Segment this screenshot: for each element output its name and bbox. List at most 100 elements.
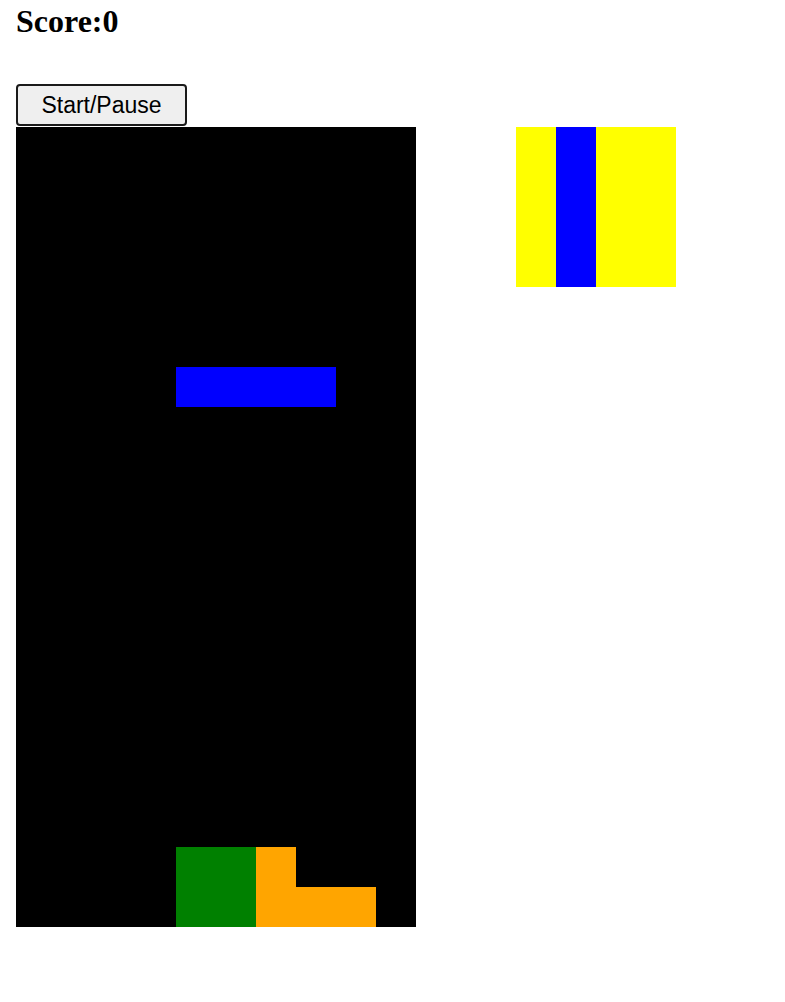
empty-cell xyxy=(376,407,416,447)
empty-cell xyxy=(376,167,416,207)
block-cell xyxy=(296,887,336,927)
empty-cell xyxy=(96,727,136,767)
tetris-page: Score:0 Start/Pause xyxy=(0,0,785,1002)
block-cell xyxy=(336,887,376,927)
empty-cell xyxy=(136,607,176,647)
empty-cell xyxy=(176,687,216,727)
empty-cell xyxy=(136,887,176,927)
empty-cell xyxy=(376,687,416,727)
empty-cell xyxy=(256,647,296,687)
empty-cell xyxy=(176,127,216,167)
start-pause-button[interactable]: Start/Pause xyxy=(16,84,187,126)
empty-cell xyxy=(376,647,416,687)
empty-cell xyxy=(96,607,136,647)
empty-cell xyxy=(216,687,256,727)
empty-cell xyxy=(136,367,176,407)
empty-cell xyxy=(216,327,256,367)
empty-cell xyxy=(176,247,216,287)
empty-cell xyxy=(376,527,416,567)
empty-cell xyxy=(256,167,296,207)
empty-cell xyxy=(176,527,216,567)
empty-cell xyxy=(136,327,176,367)
empty-cell xyxy=(176,447,216,487)
empty-cell xyxy=(96,567,136,607)
empty-cell xyxy=(16,727,56,767)
empty-cell xyxy=(136,567,176,607)
empty-cell xyxy=(96,167,136,207)
empty-cell xyxy=(136,167,176,207)
empty-cell xyxy=(216,647,256,687)
empty-cell xyxy=(256,807,296,847)
empty-cell xyxy=(336,807,376,847)
empty-cell xyxy=(136,287,176,327)
empty-cell xyxy=(16,207,56,247)
empty-cell xyxy=(96,127,136,167)
empty-cell xyxy=(96,887,136,927)
empty-cell xyxy=(16,527,56,567)
block-cell xyxy=(216,847,256,887)
preview-cell xyxy=(636,207,676,247)
empty-cell xyxy=(296,487,336,527)
empty-cell xyxy=(256,727,296,767)
empty-cell xyxy=(16,607,56,647)
preview-cell xyxy=(596,167,636,207)
empty-cell xyxy=(376,207,416,247)
empty-cell xyxy=(376,887,416,927)
empty-cell xyxy=(176,607,216,647)
empty-cell xyxy=(216,247,256,287)
empty-cell xyxy=(56,527,96,567)
empty-cell xyxy=(256,487,296,527)
empty-cell xyxy=(256,567,296,607)
block-cell xyxy=(176,887,216,927)
empty-cell xyxy=(256,287,296,327)
empty-cell xyxy=(176,327,216,367)
empty-cell xyxy=(256,407,296,447)
empty-cell xyxy=(16,887,56,927)
empty-cell xyxy=(56,767,96,807)
empty-cell xyxy=(336,367,376,407)
empty-cell xyxy=(296,327,336,367)
empty-cell xyxy=(296,727,336,767)
empty-cell xyxy=(296,607,336,647)
empty-cell xyxy=(336,127,376,167)
empty-cell xyxy=(16,767,56,807)
empty-cell xyxy=(336,727,376,767)
empty-cell xyxy=(136,807,176,847)
empty-cell xyxy=(216,487,256,527)
empty-cell xyxy=(96,527,136,567)
empty-cell xyxy=(56,447,96,487)
preview-cell xyxy=(596,127,636,167)
empty-cell xyxy=(256,687,296,727)
empty-cell xyxy=(56,407,96,447)
empty-cell xyxy=(256,127,296,167)
empty-cell xyxy=(56,727,96,767)
empty-cell xyxy=(336,487,376,527)
empty-cell xyxy=(216,127,256,167)
empty-cell xyxy=(56,127,96,167)
empty-cell xyxy=(136,487,176,527)
empty-cell xyxy=(336,327,376,367)
game-area xyxy=(16,127,785,927)
empty-cell xyxy=(296,527,336,567)
block-cell xyxy=(256,847,296,887)
empty-cell xyxy=(96,687,136,727)
empty-cell xyxy=(96,447,136,487)
empty-cell xyxy=(176,407,216,447)
empty-cell xyxy=(376,487,416,527)
preview-cell xyxy=(636,127,676,167)
empty-cell xyxy=(56,647,96,687)
next-piece-preview xyxy=(516,127,676,287)
preview-cell xyxy=(556,127,596,167)
empty-cell xyxy=(216,607,256,647)
empty-cell xyxy=(216,807,256,847)
empty-cell xyxy=(216,567,256,607)
empty-cell xyxy=(136,647,176,687)
empty-cell xyxy=(216,527,256,567)
preview-cell xyxy=(516,247,556,287)
empty-cell xyxy=(56,207,96,247)
empty-cell xyxy=(296,767,336,807)
empty-cell xyxy=(96,327,136,367)
empty-cell xyxy=(96,407,136,447)
score-heading: Score:0 xyxy=(16,3,785,40)
empty-cell xyxy=(16,287,56,327)
